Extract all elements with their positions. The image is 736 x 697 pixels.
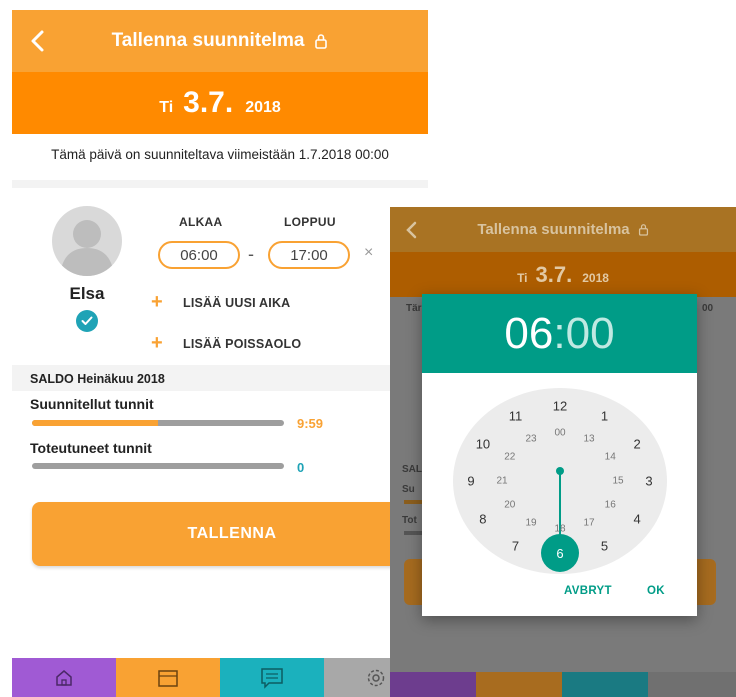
hour-22[interactable]: 22 bbox=[504, 452, 515, 463]
time-picker-dialog: 06:00 12 1 2 3 4 5 6 7 8 9 10 11 00 13 14 15 16 17 18 19 20 2… bbox=[422, 294, 697, 616]
hour-12[interactable]: 12 bbox=[553, 399, 567, 414]
add-absence-button[interactable]: LISÄÄ POISSAOLO bbox=[183, 337, 301, 351]
lock-icon bbox=[314, 33, 328, 49]
page-title: Tallenna suunnitelma bbox=[477, 221, 630, 238]
hour-10[interactable]: 10 bbox=[476, 436, 490, 451]
hour-13[interactable]: 13 bbox=[583, 434, 594, 445]
date-bar: Ti 3.7. 2018 bbox=[12, 72, 428, 134]
hour-2[interactable]: 2 bbox=[633, 436, 640, 451]
start-label: ALKAA bbox=[179, 215, 223, 229]
hour-8[interactable]: 8 bbox=[479, 511, 486, 526]
plus-icon[interactable]: + bbox=[151, 332, 163, 355]
date-year: 2018 bbox=[582, 271, 609, 285]
avatar bbox=[52, 206, 122, 276]
hour-11[interactable]: 11 bbox=[509, 409, 523, 424]
page-title: Tallenna suunnitelma bbox=[111, 30, 305, 51]
hour-1[interactable]: 1 bbox=[601, 409, 608, 424]
planned-hours-fill bbox=[32, 420, 158, 426]
actual-hours-peek: Tot bbox=[402, 515, 417, 526]
deadline-text: Tämä päivä on suunniteltava viimeistään … bbox=[51, 147, 389, 162]
hour-23[interactable]: 23 bbox=[525, 434, 536, 445]
header-title-wrap: Tallenna suunnitelma bbox=[12, 10, 428, 72]
clock-hub bbox=[556, 467, 564, 475]
hour-20[interactable]: 20 bbox=[504, 500, 515, 511]
app-screen-main: Tallenna suunnitelma Ti 3.7. 2018 Tämä p… bbox=[12, 10, 428, 697]
hour-00[interactable]: 00 bbox=[554, 428, 565, 439]
hour-16[interactable]: 16 bbox=[605, 500, 616, 511]
add-time-button[interactable]: LISÄÄ UUSI AIKA bbox=[183, 296, 290, 310]
hour-14[interactable]: 14 bbox=[605, 452, 616, 463]
check-icon bbox=[76, 310, 98, 332]
time-separator: - bbox=[248, 244, 254, 264]
end-label: LOPPUU bbox=[284, 215, 336, 229]
hour-18[interactable]: 18 bbox=[554, 524, 565, 535]
date-weekday: Ti bbox=[517, 271, 528, 285]
nav-home[interactable] bbox=[12, 658, 116, 697]
hour-4[interactable]: 4 bbox=[633, 511, 640, 526]
date-bar-dimmed: Ti 3.7. 2018 bbox=[390, 252, 736, 297]
ok-button[interactable]: OK bbox=[647, 585, 665, 597]
start-time-field[interactable]: 06:00 bbox=[158, 241, 240, 269]
hour-19[interactable]: 19 bbox=[525, 517, 536, 528]
hour-9[interactable]: 9 bbox=[467, 474, 474, 489]
page-title-dimmed: Tallenna suunnitelma bbox=[390, 207, 736, 252]
close-icon[interactable]: × bbox=[364, 244, 373, 262]
cancel-button[interactable]: AVBRYT bbox=[564, 585, 612, 597]
nav-messages-dimmed bbox=[562, 672, 648, 697]
hour-21[interactable]: 21 bbox=[496, 476, 507, 487]
person-name: Elsa bbox=[69, 284, 105, 303]
date-day: 3.7. bbox=[183, 86, 234, 119]
planned-hours-value: 9:59 bbox=[297, 416, 324, 431]
actual-hours-value: 0 bbox=[297, 460, 305, 475]
date-weekday: Ti bbox=[159, 99, 174, 116]
calendar-icon bbox=[158, 669, 178, 687]
time-colon: : bbox=[553, 308, 566, 358]
deadline-text-peek-end: 00 bbox=[702, 303, 714, 314]
nav-home-dimmed bbox=[390, 672, 476, 697]
settings-icon bbox=[367, 669, 385, 686]
nav-settings-dimmed bbox=[648, 672, 736, 697]
hour-3[interactable]: 3 bbox=[645, 474, 652, 489]
planned-hours-peek: Su bbox=[402, 484, 415, 495]
planned-hours-label: Suunnitellut tunnit bbox=[30, 396, 154, 412]
hours-display[interactable]: 06 bbox=[504, 309, 553, 359]
planned-hours-bar bbox=[32, 420, 284, 426]
app-screen-time-picker: Tallenna suunnitelma Ti 3.7. 2018 Tär 00… bbox=[390, 207, 736, 697]
end-time-field[interactable]: 17:00 bbox=[268, 241, 350, 269]
hour-5[interactable]: 5 bbox=[601, 538, 608, 553]
message-icon bbox=[261, 667, 283, 689]
home-icon bbox=[56, 669, 72, 686]
time-display: 06:00 bbox=[422, 294, 697, 373]
save-button[interactable]: TALLENNA bbox=[32, 502, 428, 566]
nav-calendar-dimmed bbox=[476, 672, 562, 697]
hour-15[interactable]: 15 bbox=[612, 476, 623, 487]
hour-17[interactable]: 17 bbox=[583, 517, 594, 528]
date-year: 2018 bbox=[245, 99, 281, 116]
nav-messages[interactable] bbox=[220, 658, 324, 697]
saldo-title: SALDO Heinäkuu 2018 bbox=[30, 372, 165, 386]
actual-hours-bar bbox=[32, 463, 284, 469]
hour-7[interactable]: 7 bbox=[512, 538, 519, 553]
clock-dial[interactable]: 12 1 2 3 4 5 6 7 8 9 10 11 00 13 14 15 16 17 18 19 20 21 22 23 bbox=[453, 388, 667, 574]
selected-hour[interactable]: 6 bbox=[541, 534, 579, 572]
date-day: 3.7. bbox=[535, 262, 573, 287]
actual-hours-label: Toteutuneet tunnit bbox=[30, 440, 152, 456]
minutes-display[interactable]: 00 bbox=[566, 309, 615, 359]
plus-icon[interactable]: + bbox=[151, 291, 163, 314]
nav-calendar[interactable] bbox=[116, 658, 220, 697]
lock-icon bbox=[638, 224, 648, 236]
deadline-text-peek: Tär bbox=[406, 303, 422, 314]
saldo-title-peek: SAL bbox=[402, 464, 422, 475]
divider bbox=[12, 180, 428, 188]
